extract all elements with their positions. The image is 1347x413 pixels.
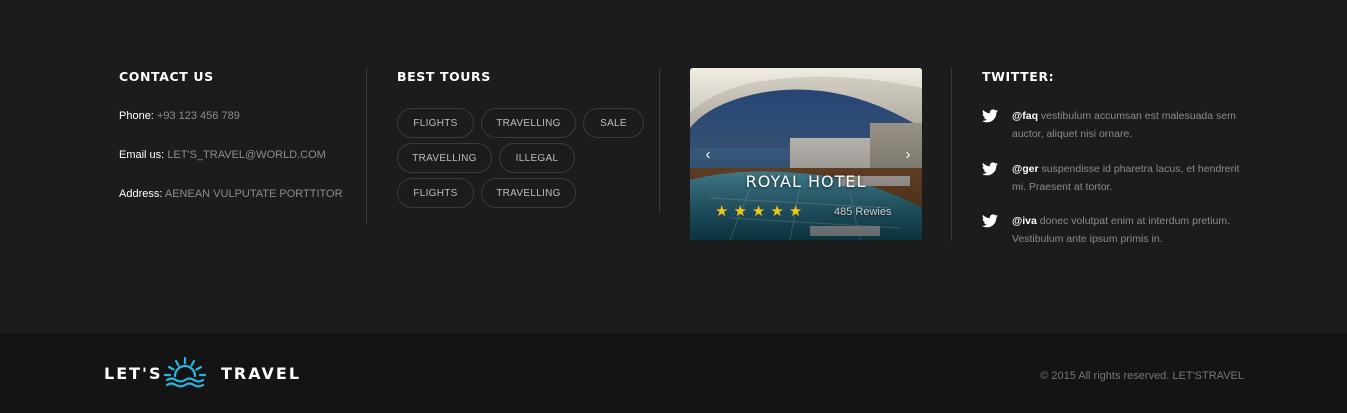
phone-value[interactable]: +93 123 456 789 <box>157 110 240 122</box>
contact-phone: Phone: +93 123 456 789 <box>119 110 240 122</box>
tours-heading: BEST TOURS <box>397 69 491 84</box>
column-divider <box>951 68 952 241</box>
star-icon: ★ <box>733 203 747 220</box>
twitter-bird-icon[interactable] <box>982 162 998 176</box>
chevron-right-icon[interactable]: › <box>901 146 915 164</box>
tweet-body: vestibulum accumsan est malesuada sem au… <box>1012 110 1236 140</box>
email-label: Email us: <box>119 149 165 161</box>
contact-heading: CONTACT US <box>119 69 214 84</box>
address-value: AENEAN VULPUTATE PORTTITOR <box>164 188 343 200</box>
tour-tag-travelling[interactable]: TRAVELLING <box>481 178 576 208</box>
star-icon: ★ <box>715 203 729 220</box>
tweet-body: suspendisse id pharetra lacus, et hendre… <box>1012 163 1240 193</box>
tour-tag-travelling[interactable]: TRAVELLING <box>397 143 492 173</box>
reviews-count: 485 Rewies <box>834 206 892 218</box>
column-divider <box>366 68 367 224</box>
tour-tag-flights[interactable]: FLIGHTS <box>397 108 474 138</box>
tour-tag-flights[interactable]: FLIGHTS <box>397 178 474 208</box>
tour-tag-illegal[interactable]: ILLEGAL <box>499 143 575 173</box>
contact-address: Address: AENEAN VULPUTATE PORTTITOR <box>119 188 343 200</box>
chevron-left-icon[interactable]: ‹ <box>701 146 715 164</box>
twitter-bird-icon[interactable] <box>982 214 998 228</box>
phone-label: Phone: <box>119 110 154 122</box>
hotel-title[interactable]: ROYAL HOTEL <box>690 172 922 191</box>
logo-text-left[interactable]: LET'S <box>104 364 162 383</box>
tweet-text: @iva donec volutpat enim at interdum pre… <box>1012 212 1242 248</box>
twitter-heading: TWITTER: <box>982 69 1055 84</box>
rating-stars: ★ ★ ★ ★ ★ <box>715 204 802 220</box>
twitter-bird-icon[interactable] <box>982 109 998 123</box>
column-divider <box>659 68 660 213</box>
star-icon: ★ <box>770 203 784 220</box>
contact-email: Email us: LET'S_TRAVEL@WORLD.COM <box>119 149 326 161</box>
star-icon: ★ <box>788 203 803 220</box>
tweet-handle[interactable]: @ger <box>1012 163 1039 175</box>
tweet-handle[interactable]: @iva <box>1012 215 1037 227</box>
sun-waves-icon[interactable] <box>163 356 207 390</box>
star-icon: ★ <box>751 203 766 220</box>
tour-tag-travelling[interactable]: TRAVELLING <box>481 108 576 138</box>
tour-tag-sale[interactable]: SALE <box>583 108 644 138</box>
tweet-body: donec volutpat enim at interdum pretium.… <box>1012 215 1231 245</box>
tweet-text: @faq vestibulum accumsan est malesuada s… <box>1012 107 1242 143</box>
logo-text-right[interactable]: TRAVEL <box>221 364 301 383</box>
tweet-handle[interactable]: @faq <box>1012 110 1038 122</box>
tweet-text: @ger suspendisse id pharetra lacus, et h… <box>1012 160 1242 196</box>
copyright-text: © 2015 All rights reserved. LET'STRAVEL <box>1040 370 1244 382</box>
email-value[interactable]: LET'S_TRAVEL@WORLD.COM <box>167 149 326 161</box>
address-label: Address: <box>119 188 163 200</box>
hotel-card[interactable]: ‹ › ROYAL HOTEL ★ ★ ★ ★ ★ 485 Rewies <box>690 68 922 240</box>
